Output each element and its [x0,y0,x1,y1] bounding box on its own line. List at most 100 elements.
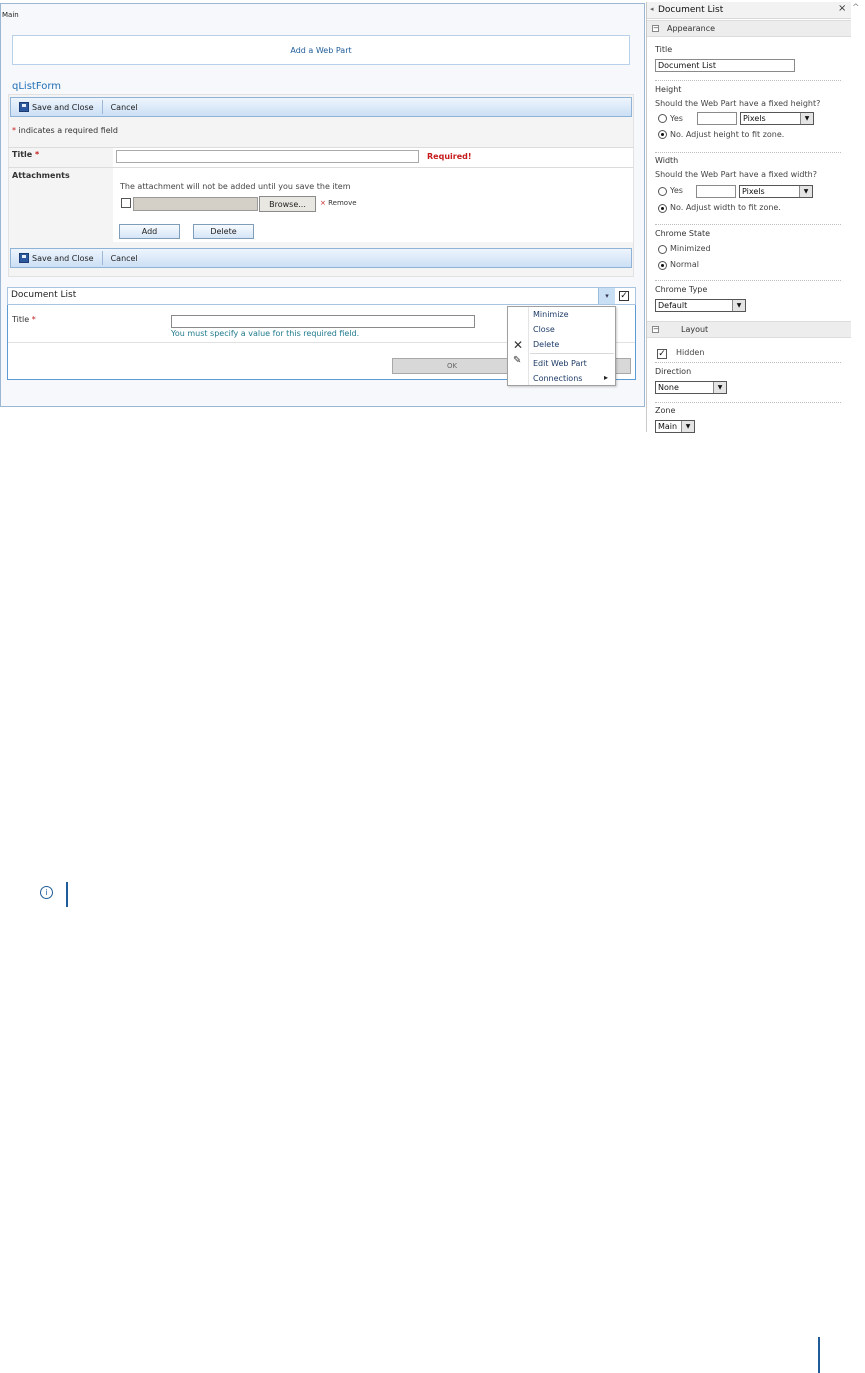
doclist-title-input[interactable] [171,315,475,328]
menu-item-close[interactable]: Close [533,325,555,334]
save-icon [19,253,29,263]
zone-label: Main [2,11,19,19]
width-value-input[interactable] [696,185,736,198]
attachment-note: The attachment will not be added until y… [120,182,351,191]
direction-label: Direction [655,367,692,376]
height-units-value: Pixels [743,114,766,123]
doclist-required-star: * [31,315,36,324]
menu-item-delete[interactable]: Delete [533,340,559,349]
cancel-button[interactable]: Cancel [103,100,146,114]
save-icon [19,102,29,112]
menu-item-connections[interactable]: Connections [533,374,582,383]
collapse-icon[interactable]: − [652,25,659,32]
height-yes-radio[interactable] [658,114,667,123]
chrome-type-value: Default [658,301,688,310]
chevron-down-icon: ▼ [713,382,726,393]
divider [655,80,841,81]
width-units-select[interactable]: Pixels ▼ [739,185,813,198]
chrome-state-label: Chrome State [655,229,711,238]
divider [655,280,841,281]
title-required-error: Required! [427,152,472,161]
width-yes-radio[interactable] [658,187,667,196]
height-yes-label: Yes [670,114,683,123]
save-and-close-button[interactable]: Save and Close [11,100,103,114]
scroll-up-icon[interactable]: ^ [852,3,860,13]
pane-title-input[interactable]: Document List [655,59,795,72]
delete-button[interactable]: Delete [193,224,254,239]
chevron-down-icon: ▼ [799,186,812,197]
menu-separator [530,353,614,354]
back-arrow-icon[interactable]: ◂ [650,5,654,13]
height-no-radio[interactable] [658,130,667,139]
info-icon: i [40,886,53,899]
width-yes-label: Yes [670,186,683,195]
tool-pane-title: Document List [658,5,724,15]
menu-item-edit-web-part[interactable]: Edit Web Part [533,359,587,368]
zone-value: Main [658,422,678,431]
height-no-label: No. Adjust height to fit zone. [670,130,785,139]
zone-label-pane: Zone [655,406,676,415]
required-note-text: indicates a required field [16,126,118,135]
add-button[interactable]: Add [119,224,180,239]
layout-section-title: Layout [681,325,709,334]
page-marker-bar [818,1337,820,1373]
zone-select[interactable]: Main ▼ [655,420,695,433]
cancel-button-bottom[interactable]: Cancel [103,251,146,265]
width-no-radio[interactable] [658,204,667,213]
layout-section-header[interactable]: − Layout [647,321,851,338]
width-no-label: No. Adjust width to fit zone. [670,203,781,212]
divider [655,152,841,153]
height-value-input[interactable] [697,112,737,125]
chevron-down-icon: ▼ [800,113,813,124]
title-required-star: * [35,150,40,159]
height-label: Height [655,85,682,94]
chrome-type-select[interactable]: Default ▼ [655,299,746,312]
chrome-state-normal-label: Normal [670,260,699,269]
collapse-icon[interactable]: − [652,326,659,333]
browse-button[interactable]: Browse... [259,196,316,212]
menu-item-minimize[interactable]: Minimize [533,310,569,319]
width-units-value: Pixels [742,187,765,196]
document-list-header [7,287,636,305]
attachments-label: Attachments [12,171,70,180]
appearance-section-header[interactable]: − Appearance [647,20,851,37]
save-and-close-button-bottom[interactable]: Save and Close [11,251,103,265]
hidden-label: Hidden [676,348,705,357]
add-web-part-button[interactable]: Add a Web Part [12,35,630,65]
info-divider-bar [66,882,68,907]
direction-select[interactable]: None ▼ [655,381,727,394]
remove-x-icon: × [320,199,326,207]
qlistform-title[interactable]: qListForm [12,81,61,92]
form-toolbar-top: Save and Close Cancel [10,97,632,117]
file-path-input[interactable] [133,197,258,211]
chrome-state-minimized-radio[interactable] [658,245,667,254]
title-label-text: Title [12,150,33,159]
web-part-select-checkbox[interactable]: ✓ [619,291,629,301]
hidden-checkbox[interactable]: ✓ [657,349,667,359]
attachment-checkbox[interactable] [121,198,131,208]
chevron-down-icon: ▼ [732,300,745,311]
save-label: Save and Close [32,253,94,263]
edit-pencil-icon: ✎ [513,355,522,366]
chrome-state-normal-radio[interactable] [658,261,667,270]
title-input[interactable] [116,150,419,163]
validation-message: You must specify a value for this requir… [171,329,360,338]
width-label: Width [655,156,679,165]
delete-x-icon: ✕ [513,338,524,352]
save-label: Save and Close [32,102,94,112]
height-question: Should the Web Part have a fixed height? [655,99,821,108]
divider [655,224,841,225]
doclist-title-label-text: Title [12,315,30,324]
close-icon[interactable]: × [838,3,846,14]
form-toolbar-bottom: Save and Close Cancel [10,248,632,268]
remove-link[interactable]: × Remove [320,199,357,207]
height-units-select[interactable]: Pixels ▼ [740,112,814,125]
title-label: Title * [12,150,39,159]
remove-label: Remove [328,199,357,207]
chevron-down-icon: ▼ [681,421,694,432]
divider [655,362,841,363]
web-part-menu-button[interactable]: ▾ [598,288,615,304]
appearance-section-title: Appearance [667,24,716,33]
divider [655,402,841,403]
doclist-title-label: Title * [12,315,36,324]
